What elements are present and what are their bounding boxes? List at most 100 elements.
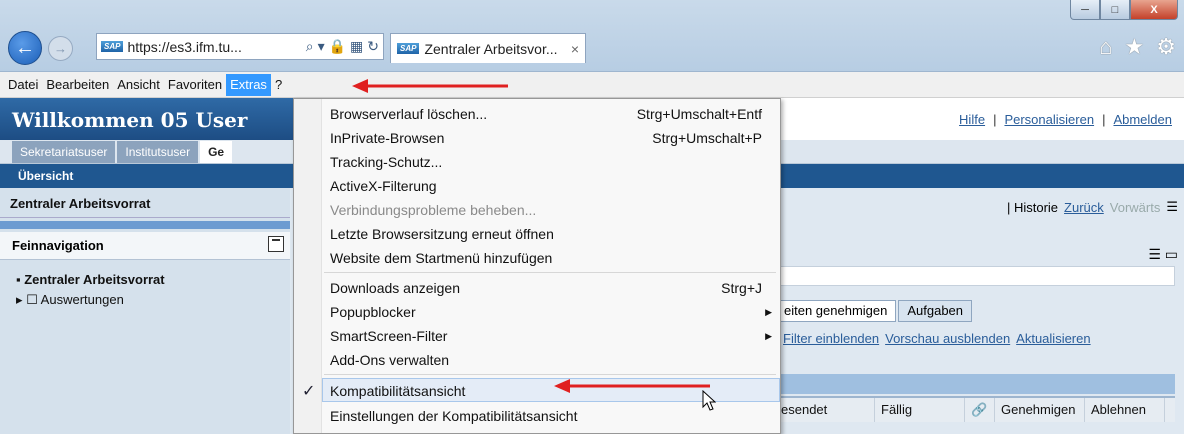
table-toolbar <box>775 374 1175 394</box>
menu-item-popupblocker[interactable]: Popupblocker ▶ <box>324 300 780 324</box>
menu-item-label: InPrivate-Browsen <box>330 130 445 146</box>
header-links: Hilfe | Personalisieren | Abmelden <box>959 112 1172 127</box>
menu-item-downloads[interactable]: Downloads anzeigen Strg+J <box>324 276 780 300</box>
browser-tab[interactable]: SAP Zentraler Arbeitsvor... × <box>390 33 586 63</box>
minimize-button[interactable]: ─ <box>1070 0 1100 20</box>
home-icon[interactable]: ⌂ <box>1099 34 1112 60</box>
personalize-link[interactable]: Personalisieren <box>1004 112 1094 127</box>
options-icon[interactable]: ☰ <box>1148 246 1161 262</box>
menu-item-label: ActiveX-Filterung <box>330 178 437 194</box>
menu-item-reopen-session[interactable]: Letzte Browsersitzung erneut öffnen <box>324 222 780 246</box>
star-icon[interactable]: ★ <box>1125 34 1145 60</box>
forward-button[interactable]: → <box>48 36 73 61</box>
checkmark-icon: ✓ <box>302 383 316 400</box>
gear-icon[interactable]: ⚙ <box>1156 34 1176 60</box>
browser-toolbar-right: ⌂ ★ ⚙ <box>1099 34 1176 60</box>
menu-separator <box>324 374 776 375</box>
tab-sekretariatsuser[interactable]: Sekretariatsuser <box>12 141 116 163</box>
menu-extras[interactable]: Extras <box>226 73 271 96</box>
welcome-title: Willkommen 05 User <box>12 108 248 132</box>
menu-item-activex[interactable]: ActiveX-Filterung <box>324 174 780 198</box>
chevron-down-icon[interactable]: ▾ <box>318 38 325 55</box>
menu-item-label: SmartScreen-Filter <box>330 328 448 344</box>
tab-close-icon[interactable]: × <box>571 41 579 57</box>
tab-tasks[interactable]: Aufgaben <box>898 300 973 322</box>
nav-item-arbeitsvorrat[interactable]: ▪ Zentraler Arbeitsvorrat <box>16 272 165 287</box>
table-header: esendet Fällig 🔗 Genehmigen Ablehnen <box>775 396 1175 422</box>
back-button[interactable]: ← <box>8 31 42 65</box>
show-filter-link[interactable]: Filter einblenden <box>783 331 879 346</box>
maximize-button[interactable]: □ <box>1100 0 1130 20</box>
filter-row: Filter einblenden Vorschau ausblenden Ak… <box>775 331 1184 346</box>
worklist-tabs: eiten genehmigen Aufgaben <box>775 300 973 322</box>
shortcut-label: Strg+Umschalt+P <box>652 130 762 146</box>
menu-item-label: Downloads anzeigen <box>330 280 460 296</box>
menu-item-label: Browserverlauf löschen... <box>330 106 488 122</box>
subnav-overview[interactable]: Übersicht <box>18 169 73 183</box>
help-link[interactable]: Hilfe <box>959 112 985 127</box>
feinnavigation-label: Feinnavigation <box>12 238 104 253</box>
menu-item-label: Popupblocker <box>330 304 416 320</box>
url-text[interactable]: https://es3.ifm.tu... <box>127 39 301 55</box>
menu-item-tracking[interactable]: Tracking-Schutz... <box>324 150 780 174</box>
menu-favoriten[interactable]: Favoriten <box>164 74 226 96</box>
close-button[interactable]: X <box>1130 0 1178 20</box>
menu-ansicht[interactable]: Ansicht <box>113 74 164 96</box>
panel-splitter[interactable] <box>0 221 290 229</box>
attachment-icon: 🔗 <box>965 398 995 422</box>
menu-bearbeiten[interactable]: Bearbeiten <box>42 74 113 96</box>
col-reject[interactable]: Ablehnen <box>1085 398 1165 422</box>
submenu-arrow-icon: ▶ <box>765 307 772 317</box>
refresh-icon[interactable]: ↻ <box>367 38 379 55</box>
list-icon[interactable]: ☰ <box>1166 199 1178 215</box>
tab-selected[interactable]: Ge <box>200 141 233 163</box>
forward-arrow-icon: → <box>54 41 67 56</box>
annotation-arrow-extras <box>352 79 508 93</box>
menu-item-label: Kompatibilitätsansicht <box>330 383 466 399</box>
left-panel: Zentraler Arbeitsvorrat Feinnavigation ▪… <box>0 188 290 434</box>
minimize-icon[interactable]: ▭ <box>1165 246 1178 262</box>
header-link-panel: Hilfe | Personalisieren | Abmelden <box>780 98 1184 140</box>
lock-icon[interactable]: 🔒 <box>329 38 346 55</box>
tab-title: Zentraler Arbeitsvor... <box>424 40 558 57</box>
menu-item-inprivate[interactable]: InPrivate-Browsen Strg+Umschalt+P <box>324 126 780 150</box>
address-bar[interactable]: SAP https://es3.ifm.tu... ⌕ ▾ 🔒 ▦ ↻ <box>96 33 384 60</box>
annotation-arrow-compat <box>554 379 710 393</box>
menu-item-label: Einstellungen der Kompatibilitätsansicht <box>330 408 578 424</box>
col-due[interactable]: Fällig <box>875 398 965 422</box>
minimize-icon[interactable] <box>268 236 284 252</box>
hide-preview-link[interactable]: Vorschau ausblenden <box>885 331 1010 346</box>
tab-institutsuser[interactable]: Institutsuser <box>117 141 199 163</box>
compat-icon[interactable]: ▦ <box>350 38 363 55</box>
menu-item-add-startmenu[interactable]: Website dem Startmenü hinzufügen <box>324 246 780 270</box>
menu-item-clear-history[interactable]: Browserverlauf löschen... Strg+Umschalt+… <box>324 102 780 126</box>
menu-item-addons[interactable]: Add-Ons verwalten <box>324 348 780 372</box>
window-controls: ─ □ X <box>1070 0 1178 20</box>
menu-separator <box>324 272 776 273</box>
content-panel <box>775 266 1175 286</box>
menu-item-label: Tracking-Schutz... <box>330 154 443 170</box>
tab-approve[interactable]: eiten genehmigen <box>775 300 897 322</box>
col-approve[interactable]: Genehmigen <box>995 398 1085 422</box>
refresh-link[interactable]: Aktualisieren <box>1016 331 1090 346</box>
menu-help[interactable]: ? <box>271 74 286 96</box>
menu-item-smartscreen[interactable]: SmartScreen-Filter ▶ <box>324 324 780 348</box>
menu-bar: Datei Bearbeiten Ansicht Favoriten Extra… <box>0 72 1184 98</box>
menu-datei[interactable]: Datei <box>4 74 42 96</box>
separator: | <box>1102 112 1106 127</box>
col-sent[interactable]: esendet <box>775 398 875 422</box>
main-content: | Historie Zurück Vorwärts ☰ ☰ ▭ eiten g… <box>775 188 1184 434</box>
menu-item-label: Verbindungsprobleme beheben... <box>330 202 537 218</box>
back-link[interactable]: Zurück <box>1064 200 1104 215</box>
left-panel-title: Zentraler Arbeitsvorrat <box>0 196 290 218</box>
menu-item-label: Add-Ons verwalten <box>330 352 450 368</box>
history-row: | Historie Zurück Vorwärts ☰ <box>775 196 1184 218</box>
nav-item-auswertungen[interactable]: ▸ ☐ Auswertungen <box>16 292 124 308</box>
search-icon[interactable]: ⌕ <box>306 38 314 55</box>
menu-item-label: Website dem Startmenü hinzufügen <box>330 250 553 266</box>
history-label[interactable]: | Historie <box>1007 200 1058 215</box>
browser-chrome: ─ □ X ← → SAP https://es3.ifm.tu... ⌕ ▾ … <box>0 0 1184 72</box>
sap-favicon: SAP <box>397 43 420 54</box>
view-icons: ☰ ▭ <box>1148 246 1178 263</box>
logout-link[interactable]: Abmelden <box>1113 112 1172 127</box>
